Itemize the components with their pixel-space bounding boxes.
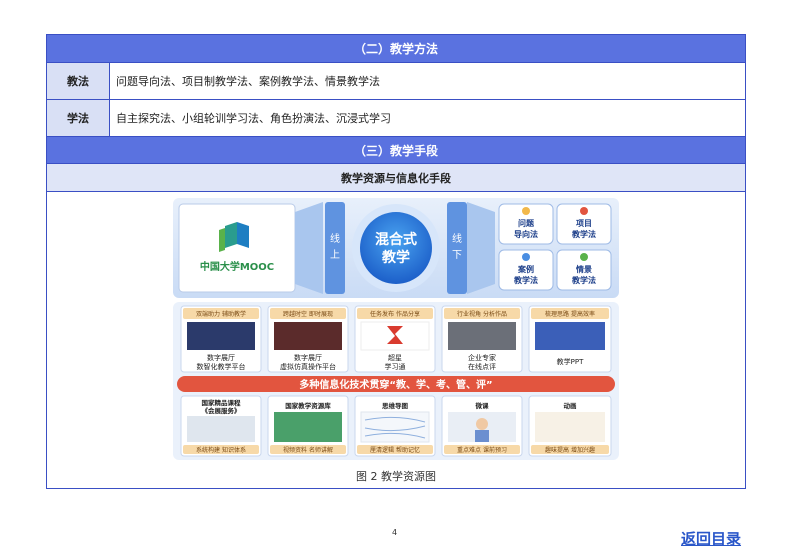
card-title: 《会展服务》 [202, 406, 241, 415]
teaching-resources-figure: 中国大学MOOC 线 上 混合式 教学 线 下 问题 导向法 项目 教学法 案例… [173, 198, 619, 460]
offline-char-1: 线 [452, 232, 462, 245]
section-header: （三）教学手段 [47, 136, 745, 163]
table-row: 教法 问题导向法、项目制教学法、案例教学法、情景教学法 [47, 62, 745, 99]
teacher-icon [476, 418, 488, 430]
card-screenshot [535, 322, 605, 350]
online-char-1: 线 [330, 232, 340, 245]
center-line1: 混合式 [375, 231, 417, 248]
card-title: 国家教学资源库 [285, 401, 331, 410]
mooc-logo-text: 中国大学MOOC [200, 260, 274, 273]
card-tag: 行业视角 分析作品 [457, 310, 507, 318]
method-line2: 教学法 [513, 275, 538, 285]
section-title: （二）教学方法 [353, 42, 438, 56]
section-subheader: 教学资源与信息化手段 [47, 163, 745, 191]
table-row: 学法 自主探究法、小组轮训学习法、角色扮演法、沉浸式学习 [47, 99, 745, 136]
figure-row: 中国大学MOOC 线 上 混合式 教学 线 下 问题 导向法 项目 教学法 案例… [47, 191, 745, 488]
banner-text: 多种信息化技术贯穿“教、学、考、管、评” [299, 378, 492, 391]
offline-char-2: 下 [452, 250, 462, 261]
card-screenshot [535, 412, 605, 442]
row-content: 自主探究法、小组轮训学习法、角色扮演法、沉浸式学习 [116, 112, 391, 125]
card-title: 微课 [475, 401, 490, 410]
top-cards: 双端助力 辅助教学 跨越时空 即时展现 任务发布 作品分享 行业视角 分析作品 … [180, 305, 612, 373]
card-tag: 跨越时空 即时展现 [283, 310, 333, 318]
card-title: 国家精品课程 [202, 398, 242, 407]
bottom-cards: 国家精品课程 《会展服务》 国家教学资源库 思维导图 微课 动画 系统构建 知识… [180, 395, 612, 457]
method-icon [580, 253, 588, 261]
card-line2: 虚拟仿真操作平台 [280, 362, 336, 371]
card-line1: 教学PPT [557, 357, 584, 366]
card-screenshot [448, 322, 516, 350]
card-title: 动画 [564, 401, 578, 410]
card-tag: 梳理思路 提高效率 [545, 310, 595, 318]
card-tag: 视频资料 名师讲解 [283, 446, 333, 454]
card-tag: 任务发布 作品分享 [370, 310, 420, 318]
method-icon [522, 207, 530, 215]
row-label: 学法 [47, 100, 110, 136]
card-line1: 数字展厅 [207, 353, 235, 362]
figure-caption: 图 2 教学资源图 [356, 470, 436, 483]
card-screenshot [187, 416, 255, 442]
method-line2: 导向法 [514, 229, 538, 239]
method-line2: 教学法 [571, 229, 596, 239]
method-line1: 情景 [575, 264, 592, 274]
card-line2: 在线点评 [468, 362, 496, 371]
row-label: 教法 [47, 63, 110, 99]
card-tag: 双端助力 辅助教学 [196, 310, 246, 318]
method-line1: 项目 [576, 219, 592, 228]
method-icon [522, 253, 530, 261]
card-line2: 学习通 [385, 362, 406, 371]
card-line1: 数字展厅 [294, 353, 322, 362]
card-tag: 系统构建 知识体系 [196, 446, 246, 454]
center-circle [360, 212, 432, 284]
card-screenshot [274, 412, 342, 442]
card-screenshot [274, 322, 342, 350]
online-arrow [295, 202, 323, 294]
offline-arrow [467, 202, 495, 294]
section-subtitle: 教学资源与信息化手段 [341, 171, 451, 185]
card-tag: 重点难点 课前预习 [457, 446, 507, 454]
card-screenshot [187, 322, 255, 350]
center-line2: 教学 [382, 249, 410, 266]
card-tag: 厘清逻辑 帮助记忆 [370, 446, 420, 454]
content-table: （二）教学方法 教法 问题导向法、项目制教学法、案例教学法、情景教学法 学法 自… [46, 34, 746, 489]
mooc-card [178, 203, 296, 293]
card-line1: 企业专家 [468, 353, 496, 362]
teacher-body-icon [475, 430, 489, 442]
online-bar [325, 202, 345, 294]
online-char-2: 上 [330, 249, 340, 261]
section-title: （三）教学手段 [353, 143, 438, 158]
method-line2: 教学法 [571, 275, 596, 285]
card-line2: 数智化教学平台 [197, 362, 246, 371]
page-number: 4 [392, 528, 398, 537]
card-title: 思维导图 [382, 401, 409, 410]
section-header: （二）教学方法 [47, 35, 745, 62]
card-line1: 超星 [388, 353, 402, 362]
row-content: 问题导向法、项目制教学法、案例教学法、情景教学法 [116, 75, 380, 88]
back-to-contents-link[interactable]: 返回目录 [681, 528, 741, 549]
card-tag: 趣味提高 增加兴趣 [545, 446, 595, 454]
method-line1: 问题 [518, 218, 535, 228]
method-icon [580, 207, 588, 215]
method-line1: 案例 [517, 264, 534, 274]
offline-bar [447, 202, 467, 294]
